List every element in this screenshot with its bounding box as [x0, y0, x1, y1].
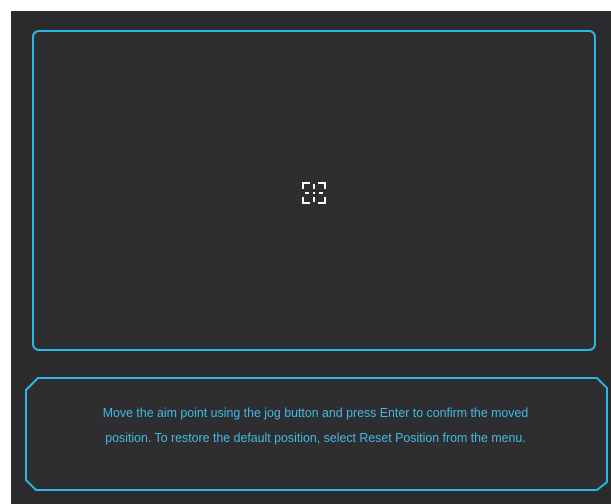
crosshair-icon[interactable]	[294, 176, 334, 208]
instruction-line-2: position. To restore the default positio…	[105, 430, 526, 445]
instruction-text: Move the aim point using the jog button …	[65, 400, 566, 450]
instruction-line-1: Move the aim point using the jog button …	[102, 405, 529, 420]
instruction-panel: Move the aim point using the jog button …	[22, 376, 609, 492]
